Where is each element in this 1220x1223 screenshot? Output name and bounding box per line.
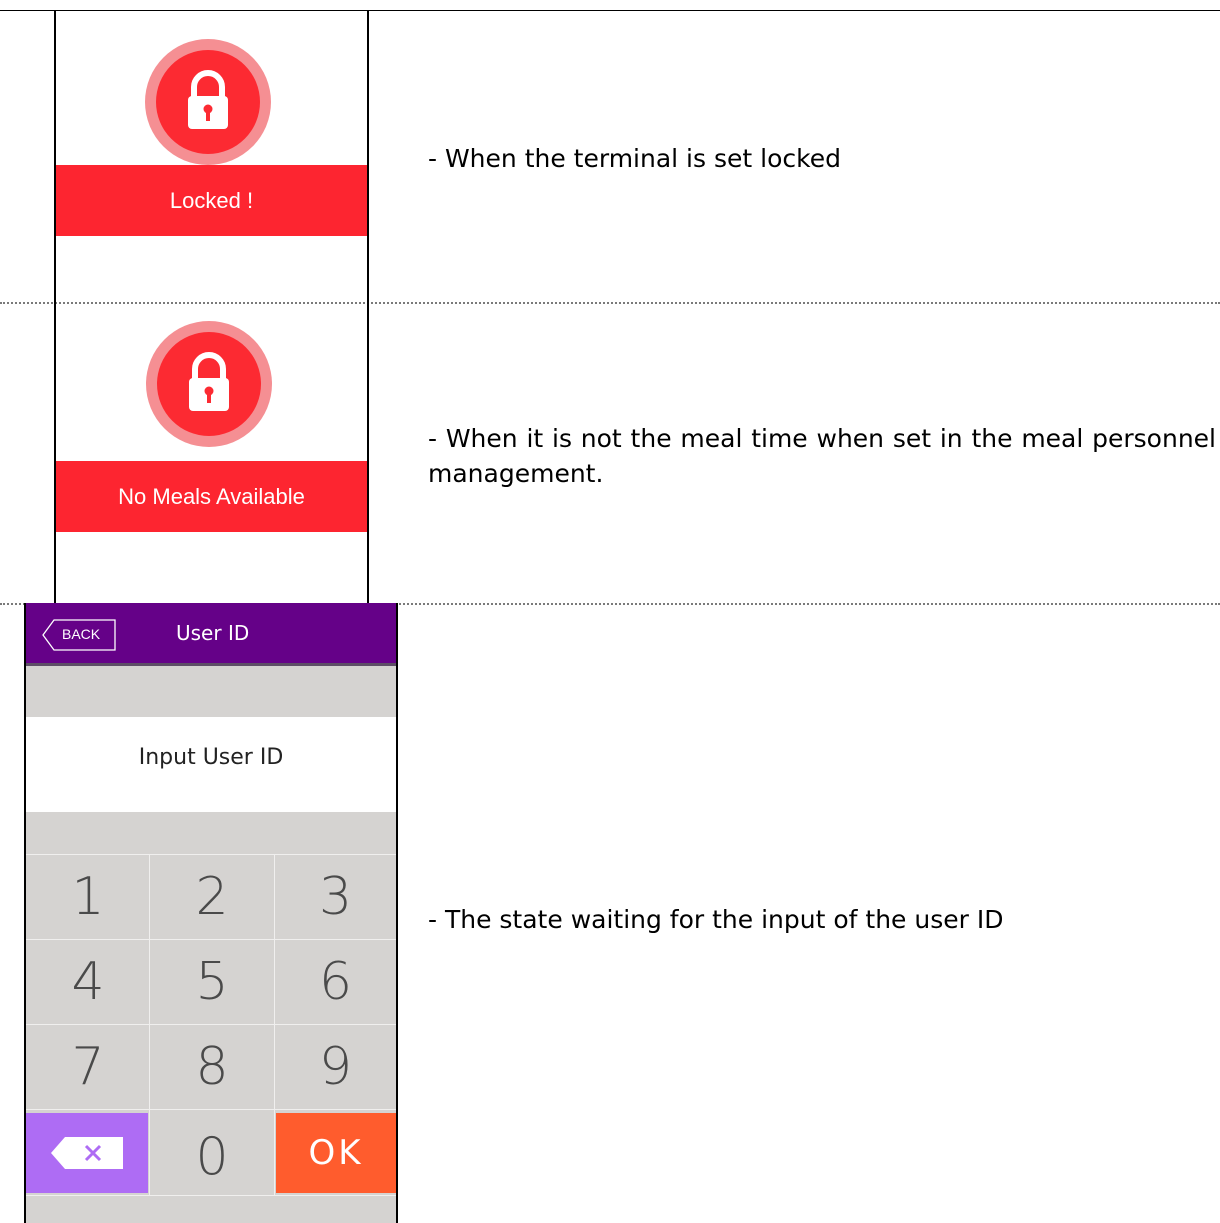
input-prompt: Input User ID (138, 745, 284, 770)
keypad-key-3[interactable]: 3 (275, 855, 396, 939)
keypad-key-0[interactable]: 0 (150, 1115, 274, 1199)
locked-screen: Locked ! (56, 11, 367, 302)
lock-icon (146, 321, 272, 447)
keypad-key-2[interactable]: 2 (150, 855, 274, 939)
backspace-icon (51, 1137, 123, 1169)
user-id-screen: BACK User ID Input User ID 1 2 3 4 5 6 7… (24, 603, 398, 1223)
screen-title: User ID (176, 621, 250, 645)
title-bar: BACK User ID (26, 603, 396, 666)
keypad-key-6[interactable]: 6 (275, 940, 396, 1024)
row-description: - The state waiting for the input of the… (428, 905, 1004, 934)
keypad-key-5[interactable]: 5 (150, 940, 274, 1024)
keypad-key-7[interactable]: 7 (26, 1025, 150, 1109)
back-button[interactable]: BACK (42, 619, 116, 651)
keypad-key-1[interactable]: 1 (26, 855, 150, 939)
keypad-divider (26, 1109, 396, 1110)
keypad-key-8[interactable]: 8 (150, 1025, 274, 1109)
user-id-field[interactable]: Input User ID (26, 717, 396, 812)
no-meals-screen: No Meals Available (56, 304, 367, 603)
back-label: BACK (62, 626, 101, 642)
row-description: - When the terminal is set locked (428, 144, 841, 173)
keypad-key-9[interactable]: 9 (275, 1025, 396, 1109)
row-description: - When it is not the meal time when set … (428, 424, 1216, 488)
keypad-key-4[interactable]: 4 (26, 940, 150, 1024)
lock-icon (145, 39, 271, 165)
status-banner: No Meals Available (56, 461, 367, 532)
status-banner: Locked ! (56, 165, 367, 236)
backspace-button[interactable] (26, 1113, 148, 1193)
column-rule (367, 10, 369, 603)
ok-button[interactable]: OK (276, 1113, 396, 1193)
